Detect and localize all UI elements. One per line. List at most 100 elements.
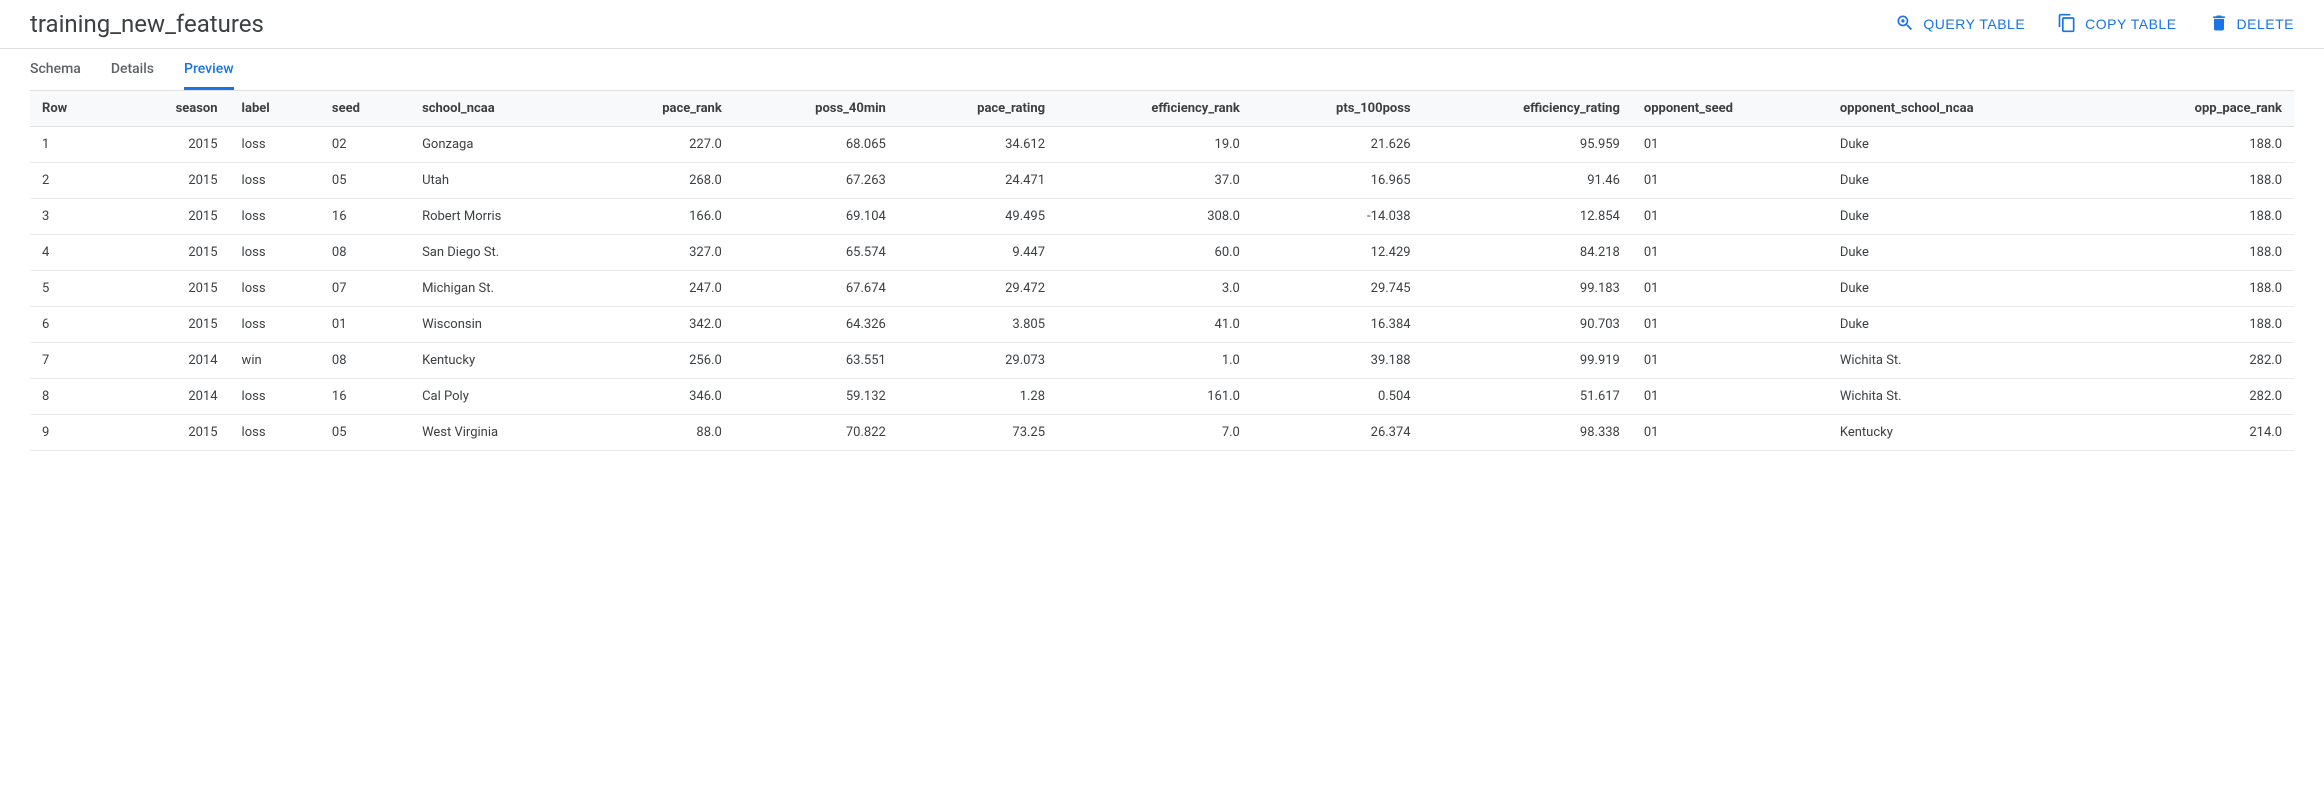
table-cell: 188.0 [2101, 235, 2294, 271]
table-cell: 41.0 [1057, 307, 1252, 343]
table-cell: 99.183 [1423, 271, 1632, 307]
table-cell: 16 [320, 199, 410, 235]
table-cell: 91.46 [1423, 163, 1632, 199]
table-cell: 99.919 [1423, 343, 1632, 379]
column-header: pace_rank [589, 91, 734, 127]
table-cell: 268.0 [589, 163, 734, 199]
table-cell: 37.0 [1057, 163, 1252, 199]
column-header: opp_pace_rank [2101, 91, 2294, 127]
copy-table-label: COPY TABLE [2085, 16, 2176, 32]
table-row: 12015loss02Gonzaga227.068.06534.61219.02… [30, 127, 2294, 163]
table-row: 42015loss08San Diego St.327.065.5749.447… [30, 235, 2294, 271]
column-header: opponent_seed [1632, 91, 1828, 127]
table-cell: 02 [320, 127, 410, 163]
table-preview-wrap: Rowseasonlabelseedschool_ncaapace_rankpo… [0, 90, 2324, 451]
table-row: 52015loss07Michigan St.247.067.67429.472… [30, 271, 2294, 307]
table-cell: 188.0 [2101, 199, 2294, 235]
table-cell: Duke [1828, 127, 2101, 163]
table-cell: 34.612 [898, 127, 1057, 163]
table-cell: 8 [30, 379, 115, 415]
table-cell: 01 [1632, 163, 1828, 199]
table-cell: Michigan St. [410, 271, 589, 307]
table-cell: loss [230, 235, 320, 271]
table-cell: 0.504 [1252, 379, 1423, 415]
table-cell: 08 [320, 343, 410, 379]
table-cell: 342.0 [589, 307, 734, 343]
table-cell: 2015 [115, 235, 229, 271]
table-cell: loss [230, 307, 320, 343]
table-row: 72014win08Kentucky256.063.55129.0731.039… [30, 343, 2294, 379]
tab-details[interactable]: Details [111, 61, 154, 90]
table-cell: 67.263 [734, 163, 898, 199]
column-header: poss_40min [734, 91, 898, 127]
copy-icon [2057, 13, 2077, 36]
table-cell: 01 [1632, 379, 1828, 415]
delete-icon [2209, 13, 2229, 36]
table-cell: 01 [1632, 199, 1828, 235]
column-header: efficiency_rank [1057, 91, 1252, 127]
page-title: training_new_features [30, 10, 264, 38]
table-cell: 5 [30, 271, 115, 307]
column-header: opponent_school_ncaa [1828, 91, 2101, 127]
table-cell: 188.0 [2101, 127, 2294, 163]
tabs: Schema Details Preview [0, 49, 2324, 90]
table-cell: 49.495 [898, 199, 1057, 235]
table-cell: 29.472 [898, 271, 1057, 307]
column-header: season [115, 91, 229, 127]
table-cell: 29.073 [898, 343, 1057, 379]
table-cell: 327.0 [589, 235, 734, 271]
table-cell: 2014 [115, 379, 229, 415]
table-cell: 08 [320, 235, 410, 271]
table-cell: loss [230, 379, 320, 415]
table-cell: 64.326 [734, 307, 898, 343]
table-cell: 51.617 [1423, 379, 1632, 415]
table-cell: 73.25 [898, 415, 1057, 451]
table-cell: 4 [30, 235, 115, 271]
table-cell: 26.374 [1252, 415, 1423, 451]
table-cell: Duke [1828, 271, 2101, 307]
table-cell: Duke [1828, 235, 2101, 271]
table-cell: 68.065 [734, 127, 898, 163]
table-row: 92015loss05West Virginia88.070.82273.257… [30, 415, 2294, 451]
table-cell: 188.0 [2101, 163, 2294, 199]
table-cell: 308.0 [1057, 199, 1252, 235]
tab-preview[interactable]: Preview [184, 61, 234, 90]
table-cell: 2014 [115, 343, 229, 379]
query-table-button[interactable]: QUERY TABLE [1895, 13, 2025, 36]
table-cell: 01 [1632, 307, 1828, 343]
header-actions: QUERY TABLE COPY TABLE DELETE [1895, 13, 2294, 36]
table-cell: San Diego St. [410, 235, 589, 271]
table-cell: 256.0 [589, 343, 734, 379]
table-cell: Duke [1828, 307, 2101, 343]
table-cell: 63.551 [734, 343, 898, 379]
table-cell: 12.429 [1252, 235, 1423, 271]
table-cell: 16 [320, 379, 410, 415]
table-row: 62015loss01Wisconsin342.064.3263.80541.0… [30, 307, 2294, 343]
delete-table-button[interactable]: DELETE [2209, 13, 2294, 36]
table-cell: Wisconsin [410, 307, 589, 343]
table-cell: 60.0 [1057, 235, 1252, 271]
table-cell: 01 [1632, 343, 1828, 379]
table-cell: 59.132 [734, 379, 898, 415]
table-cell: 1.0 [1057, 343, 1252, 379]
tab-schema[interactable]: Schema [30, 61, 81, 90]
table-cell: 161.0 [1057, 379, 1252, 415]
table-cell: 2015 [115, 271, 229, 307]
table-cell: 2015 [115, 199, 229, 235]
table-cell: 7.0 [1057, 415, 1252, 451]
column-header: pts_100poss [1252, 91, 1423, 127]
table-row: 22015loss05Utah268.067.26324.47137.016.9… [30, 163, 2294, 199]
table-cell: West Virginia [410, 415, 589, 451]
table-cell: Kentucky [1828, 415, 2101, 451]
table-cell: Duke [1828, 163, 2101, 199]
table-cell: 6 [30, 307, 115, 343]
table-cell: 188.0 [2101, 307, 2294, 343]
table-cell: 01 [1632, 127, 1828, 163]
table-cell: loss [230, 127, 320, 163]
table-cell: 9.447 [898, 235, 1057, 271]
table-cell: 07 [320, 271, 410, 307]
copy-table-button[interactable]: COPY TABLE [2057, 13, 2176, 36]
table-cell: 01 [1632, 235, 1828, 271]
table-cell: Utah [410, 163, 589, 199]
table-cell: 01 [320, 307, 410, 343]
